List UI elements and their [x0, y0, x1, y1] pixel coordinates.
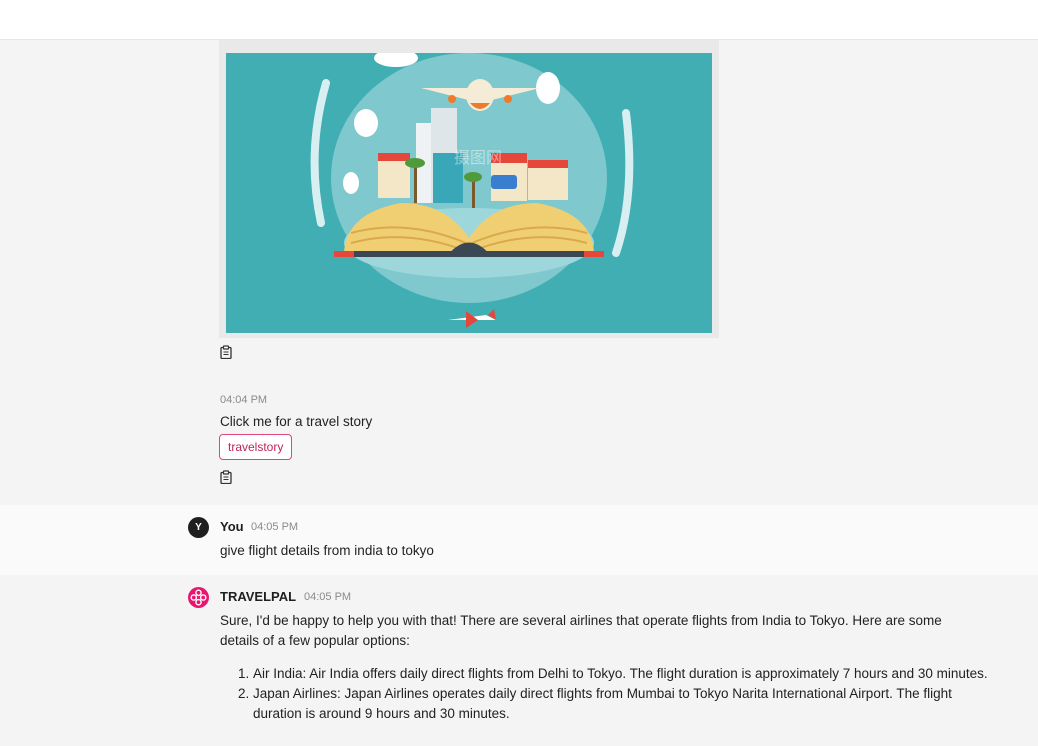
message-timestamp: 04:05 PM	[304, 591, 352, 603]
travelstory-chip[interactable]: travelstory	[219, 434, 293, 460]
watermark: 摄图网	[454, 148, 502, 167]
sender-name: You	[220, 519, 244, 534]
travelpal-logo-icon	[188, 587, 209, 608]
message-timestamp: 04:04 PM	[220, 394, 268, 406]
chat-scroll-area[interactable]: 摄图网 04:04 PM Click me for a travel story…	[0, 40, 1038, 746]
bot-message-block: 摄图网 04:04 PM Click me for a travel story…	[0, 40, 1038, 505]
bot-message-intro: Sure, I'd be happy to help you with that…	[220, 613, 942, 648]
flight-options-list: Air India: Air India offers daily direct…	[220, 664, 993, 724]
travel-illustration[interactable]: 摄图网	[219, 40, 719, 338]
clipboard-icon[interactable]	[219, 470, 233, 484]
bot-message-text: Click me for a travel story	[220, 414, 373, 429]
sender-name: TRAVELPAL	[220, 589, 297, 604]
user-message-block: Y You 04:05 PM give flight details from …	[0, 505, 1038, 575]
top-bar	[0, 0, 1038, 40]
message-timestamp: 04:05 PM	[251, 521, 299, 533]
clipboard-icon[interactable]	[219, 345, 233, 359]
travel-illustration-graphic: 摄图网	[226, 53, 712, 333]
user-avatar: Y	[188, 517, 209, 538]
user-message-text: give flight details from india to tokyo	[220, 543, 434, 558]
list-item: Air India: Air India offers daily direct…	[253, 664, 993, 684]
list-item: Japan Airlines: Japan Airlines operates …	[253, 684, 993, 724]
bot-message-block: TRAVELPAL 04:05 PM Sure, I'd be happy to…	[0, 575, 1038, 746]
